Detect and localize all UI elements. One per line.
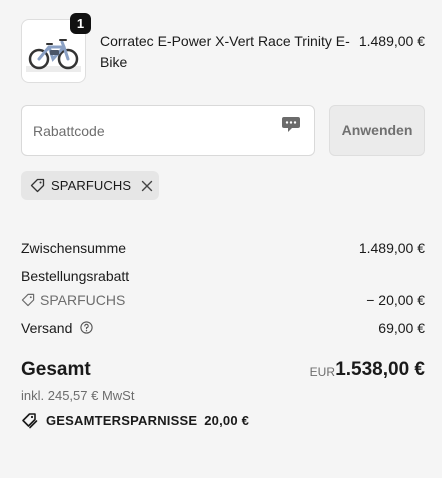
total-value: 1.538,00 € <box>335 359 425 380</box>
total-label: Gesamt <box>21 359 91 380</box>
applied-code-label: SPARFUCHS <box>51 178 132 193</box>
total-currency: EUR <box>309 365 335 379</box>
subtotal-label: Zwischensumme <box>21 240 127 256</box>
shipping-label: Versand <box>21 320 73 336</box>
order-discount-label: Bestellungsrabatt <box>21 268 130 284</box>
savings-label: GESAMTERSPARNISSE <box>46 413 198 428</box>
shipping-value: 69,00 € <box>378 320 425 336</box>
shipping-label-row: Versand <box>21 319 93 337</box>
tags-icon <box>22 413 38 429</box>
subtotal-value: 1.489,00 € <box>358 240 425 256</box>
remove-code-icon[interactable] <box>141 180 153 192</box>
order-discount-code-row: SPARFUCHS <box>21 291 125 309</box>
tag-icon <box>21 293 35 307</box>
apply-discount-button[interactable]: Anwenden <box>329 105 425 156</box>
tax-line: inkl. 245,57 € MwSt <box>21 388 135 403</box>
order-discount-value: − 20,00 € <box>366 292 425 308</box>
order-discount-code: SPARFUCHS <box>40 292 126 308</box>
savings-value: 20,00 € <box>204 413 250 428</box>
quantity-badge: 1 <box>70 13 91 34</box>
discount-code-field[interactable] <box>21 105 315 156</box>
applied-code-chip: SPARFUCHS <box>21 171 159 200</box>
total-savings: GESAMTERSPARNISSE 20,00 € <box>21 412 249 429</box>
help-circle-icon[interactable] <box>80 321 93 334</box>
discount-code-input[interactable] <box>33 121 273 141</box>
product-title: Corratec E-Power X-Vert Race Trinity E-B… <box>100 33 350 70</box>
product-price: 1.489,00 € <box>358 33 425 49</box>
chat-bubble-icon <box>282 117 300 132</box>
tag-icon <box>30 178 45 193</box>
